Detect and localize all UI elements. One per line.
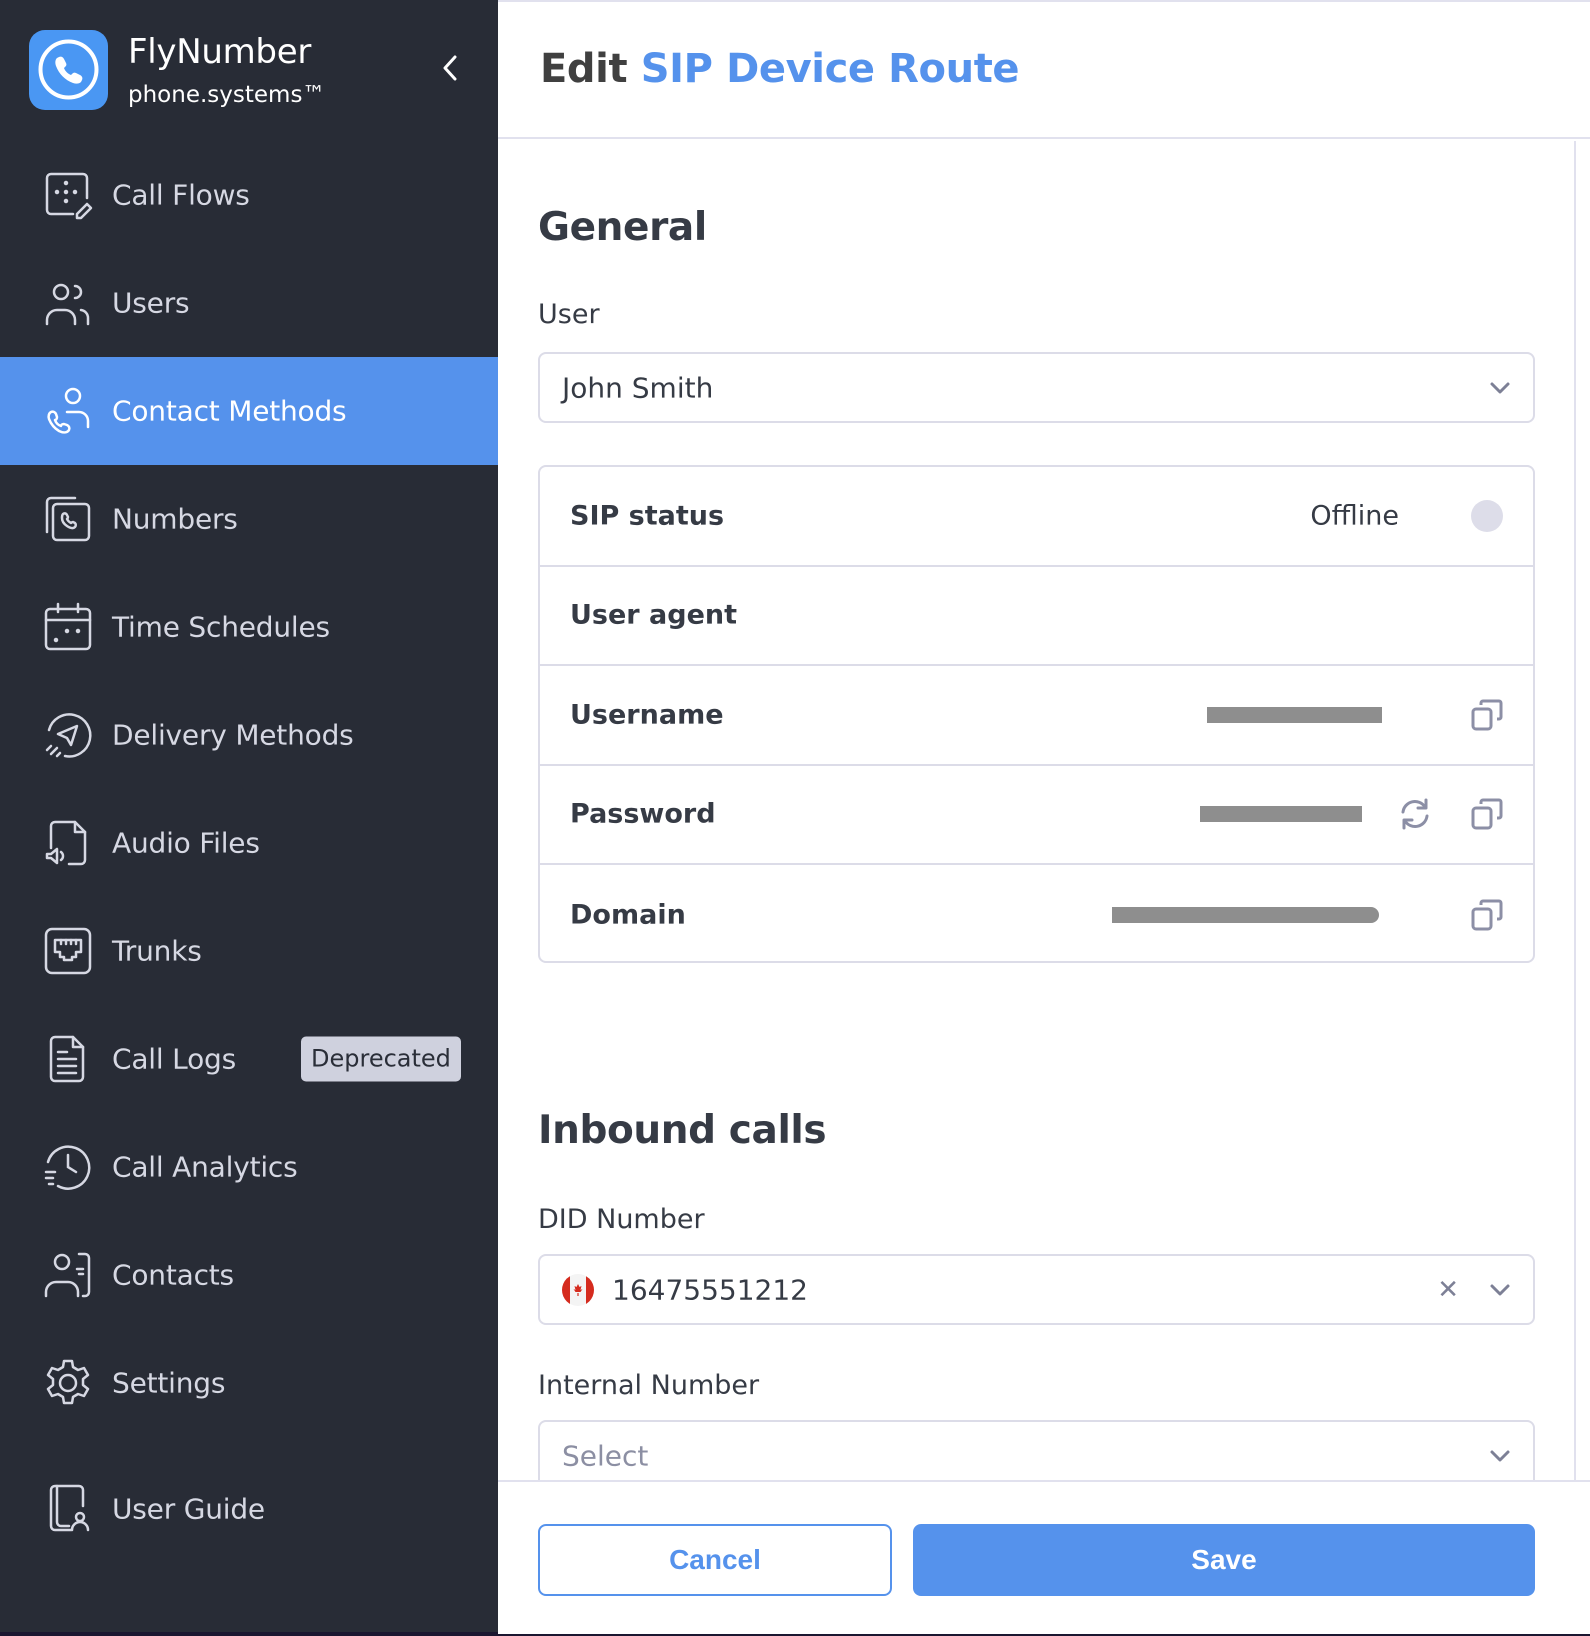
users-icon (45, 283, 90, 326)
title-accent: SIP Device Route (640, 46, 1020, 92)
user-select-value: John Smith (562, 371, 714, 404)
sidebar-item-label: Users (112, 286, 190, 320)
sidebar-item-label: Call Logs (112, 1042, 236, 1076)
chevron-left-icon (443, 55, 457, 81)
sidebar-item-time-schedules[interactable]: Time Schedules (0, 573, 498, 681)
user-select[interactable]: John Smith (538, 352, 1535, 423)
ethernet-port-icon (44, 927, 92, 975)
copy-icon (1471, 798, 1503, 830)
domain-row: Domain (540, 865, 1533, 965)
brand-subtitle: phone.systems™ (128, 82, 326, 108)
page-title: Edit SIP Device Route (540, 46, 1020, 92)
sidebar-item-label: Call Analytics (112, 1150, 298, 1184)
did-number-select[interactable]: 16475551212 ✕ (538, 1254, 1535, 1325)
contact-card-icon (44, 1252, 91, 1298)
did-number-label: DID Number (538, 1204, 705, 1235)
refresh-icon (1401, 798, 1429, 830)
sidebar-item-user-guide[interactable]: User Guide (0, 1455, 498, 1563)
sidebar-item-label: Contacts (112, 1258, 234, 1292)
collapse-sidebar-button[interactable] (432, 50, 468, 86)
copy-password-button[interactable] (1469, 796, 1505, 832)
document-icon (49, 1035, 85, 1083)
domain-value-redacted (1112, 906, 1379, 923)
sidebar-item-settings[interactable]: Settings (0, 1329, 498, 1437)
password-label: Password (570, 798, 716, 830)
brand-name: FlyNumber (128, 32, 312, 72)
sidebar-item-label: Trunks (112, 934, 202, 968)
password-row: Password (540, 766, 1533, 865)
did-number-value: 16475551212 (612, 1273, 808, 1306)
form-footer: Cancel Save (498, 1480, 1590, 1634)
book-user-icon (49, 1484, 90, 1532)
sidebar-item-label: Call Flows (112, 178, 250, 212)
sidebar-item-call-flows[interactable]: Call Flows (0, 141, 498, 249)
section-title-general: General (538, 205, 707, 250)
sidebar-item-numbers[interactable]: Numbers (0, 465, 498, 573)
copy-username-button[interactable] (1469, 697, 1505, 733)
sip-status-value: Offline (1310, 500, 1399, 532)
brand: FlyNumber phone.systems™ (29, 30, 469, 110)
gear-icon (46, 1359, 90, 1405)
internal-number-select[interactable]: Select (538, 1420, 1535, 1480)
paper-plane-icon (45, 713, 92, 758)
user-agent-label: User agent (570, 599, 738, 631)
chevron-down-icon (1490, 382, 1510, 393)
sidebar-item-label: User Guide (112, 1492, 265, 1526)
clock-history-icon (44, 1145, 91, 1190)
contact-methods-icon (47, 387, 90, 434)
sidebar-item-call-analytics[interactable]: Call Analytics (0, 1113, 498, 1221)
chevron-down-icon (1490, 1284, 1510, 1295)
sidebar-item-delivery-methods[interactable]: Delivery Methods (0, 681, 498, 789)
sidebar-item-users[interactable]: Users (0, 249, 498, 357)
call-flows-icon (45, 172, 93, 220)
deprecated-badge: Deprecated (301, 1036, 461, 1082)
user-label: User (538, 299, 600, 330)
sidebar-item-contact-methods[interactable]: Contact Methods (0, 357, 498, 465)
sip-details-card: SIP status Offline User agent Username P… (538, 465, 1535, 963)
sidebar-item-label: Audio Files (112, 826, 260, 860)
domain-label: Domain (570, 899, 686, 931)
sidebar-nav: Call Flows Users Contact Methods Numbers… (0, 141, 498, 1563)
calendar-icon (44, 602, 92, 651)
username-value-redacted (1207, 706, 1382, 723)
audio-file-icon (45, 820, 87, 866)
internal-number-placeholder: Select (562, 1439, 649, 1472)
clear-did-button[interactable]: ✕ (1437, 1275, 1459, 1305)
sidebar-item-label: Time Schedules (112, 610, 330, 644)
sidebar-item-label: Numbers (112, 502, 238, 536)
sidebar-item-label: Settings (112, 1366, 226, 1400)
sip-status-row: SIP status Offline (540, 467, 1533, 567)
sidebar-item-contacts[interactable]: Contacts (0, 1221, 498, 1329)
logo-phone-icon (29, 30, 108, 110)
sidebar: FlyNumber phone.systems™ Call Flows User… (0, 0, 498, 1632)
regenerate-password-button[interactable] (1397, 796, 1433, 832)
edit-panel: Edit SIP Device Route General User John … (498, 0, 1590, 1634)
sidebar-item-trunks[interactable]: Trunks (0, 897, 498, 1005)
username-label: Username (570, 699, 724, 731)
internal-number-label: Internal Number (538, 1370, 760, 1401)
section-title-inbound-calls: Inbound calls (538, 1108, 827, 1153)
copy-domain-button[interactable] (1469, 897, 1505, 933)
sidebar-item-label: Delivery Methods (112, 718, 354, 752)
sidebar-item-audio-files[interactable]: Audio Files (0, 789, 498, 897)
save-button[interactable]: Save (913, 1524, 1535, 1596)
cancel-button[interactable]: Cancel (538, 1524, 892, 1596)
chevron-down-icon (1490, 1450, 1510, 1461)
password-value-redacted (1200, 806, 1362, 823)
title-prefix: Edit (540, 46, 628, 92)
sidebar-item-label: Contact Methods (112, 394, 347, 428)
numbers-icon (45, 496, 91, 542)
sip-status-label: SIP status (570, 500, 725, 532)
copy-icon (1471, 699, 1503, 731)
panel-header: Edit SIP Device Route (498, 2, 1590, 139)
username-row: Username (540, 666, 1533, 766)
form-content[interactable]: General User John Smith SIP status Offli… (498, 141, 1576, 1480)
canada-flag-icon (562, 1273, 594, 1306)
copy-icon (1471, 899, 1503, 931)
status-indicator-dot (1471, 499, 1503, 532)
sidebar-item-call-logs[interactable]: Call Logs Deprecated (0, 1005, 498, 1113)
user-agent-row: User agent (540, 567, 1533, 666)
